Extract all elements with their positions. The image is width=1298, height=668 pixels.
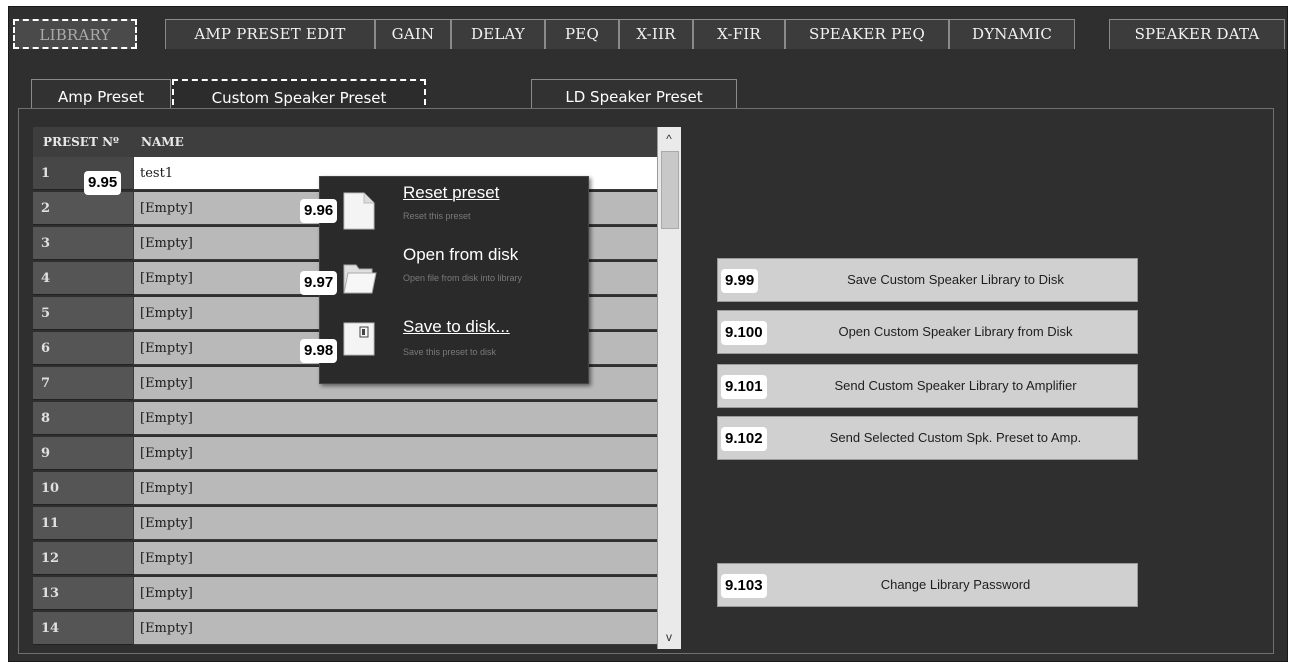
table-row[interactable]: 10 [Empty] bbox=[33, 472, 657, 506]
preset-name-cell[interactable]: [Empty] bbox=[133, 402, 657, 435]
menu-item-label: Open from disk bbox=[403, 245, 519, 264]
tab-dynamic[interactable]: DYNAMIC bbox=[949, 19, 1075, 49]
preset-number-cell: 11 bbox=[33, 507, 133, 540]
column-header-preset-no: PRESET Nº bbox=[43, 135, 120, 149]
callout-reset-preset: 9.96 bbox=[300, 199, 338, 223]
folder-icon bbox=[343, 264, 377, 294]
menu-item-description: Save this preset to disk bbox=[403, 347, 497, 357]
table-row[interactable]: 12 [Empty] bbox=[33, 542, 657, 576]
table-row[interactable]: 9 [Empty] bbox=[33, 437, 657, 471]
callout-open-from-disk: 9.97 bbox=[300, 271, 338, 295]
column-header-name: NAME bbox=[141, 135, 184, 149]
preset-number-cell: 13 bbox=[33, 577, 133, 610]
menu-item-open-from-disk[interactable]: Open from disk Open file from disk into … bbox=[320, 243, 588, 307]
preset-number-cell: 14 bbox=[33, 612, 133, 645]
preset-number-cell: 5 bbox=[33, 297, 133, 330]
context-menu: Reset preset Reset this preset Open from… bbox=[319, 176, 589, 384]
tab-peq[interactable]: PEQ bbox=[545, 19, 619, 49]
button-label: Change Library Password bbox=[880, 577, 1031, 592]
change-library-password-button[interactable]: 9.103 Change Library Password bbox=[717, 563, 1138, 607]
preset-number-cell: 10 bbox=[33, 472, 133, 505]
tab-x-fir[interactable]: X-FIR bbox=[693, 19, 785, 49]
menu-item-save-to-disk[interactable]: Save to disk... Save this preset to disk bbox=[320, 313, 588, 377]
scroll-up-icon[interactable]: ^ bbox=[658, 129, 680, 149]
tab-x-iir[interactable]: X-IIR bbox=[619, 19, 693, 49]
tab-speaker-data[interactable]: SPEAKER DATA bbox=[1109, 19, 1285, 49]
button-label: Open Custom Speaker Library from Disk bbox=[838, 324, 1073, 339]
tab-speaker-peq[interactable]: SPEAKER PEQ bbox=[785, 19, 949, 49]
button-label: Send Custom Speaker Library to Amplifier bbox=[834, 378, 1077, 393]
preset-name-cell[interactable]: [Empty] bbox=[133, 612, 657, 645]
tab-delay[interactable]: DELAY bbox=[451, 19, 545, 49]
preset-number-cell: 7 bbox=[33, 367, 133, 400]
menu-item-description: Open file from disk into library bbox=[403, 273, 523, 283]
menu-item-reset-preset[interactable]: Reset preset Reset this preset bbox=[320, 177, 588, 241]
scroll-thumb[interactable] bbox=[661, 151, 679, 229]
main-tab-bar: LIBRARY AMP PRESET EDIT GAIN DELAY PEQ X… bbox=[9, 7, 1287, 51]
callout-table: 9.95 bbox=[84, 171, 122, 195]
preset-name-cell[interactable]: [Empty] bbox=[133, 437, 657, 470]
table-row[interactable]: 14 [Empty] bbox=[33, 612, 657, 646]
menu-item-description: Reset this preset bbox=[403, 211, 471, 221]
save-icon bbox=[343, 322, 375, 356]
callout-save-library: 9.99 bbox=[721, 269, 759, 293]
open-library-from-disk-button[interactable]: 9.100 Open Custom Speaker Library from D… bbox=[717, 310, 1138, 354]
save-library-to-disk-button[interactable]: 9.99 Save Custom Speaker Library to Disk bbox=[717, 258, 1138, 302]
tab-amp-preset-edit[interactable]: AMP PRESET EDIT bbox=[165, 19, 375, 49]
table-row[interactable]: 11 [Empty] bbox=[33, 507, 657, 541]
preset-number-cell: 6 bbox=[33, 332, 133, 365]
menu-item-label: Reset preset bbox=[403, 183, 500, 202]
preset-name-cell[interactable]: [Empty] bbox=[133, 542, 657, 575]
preset-number-cell: 3 bbox=[33, 227, 133, 260]
preset-number-cell: 8 bbox=[33, 402, 133, 435]
page-icon bbox=[343, 192, 375, 230]
preset-number-cell: 4 bbox=[33, 262, 133, 295]
preset-number-cell: 12 bbox=[33, 542, 133, 575]
tab-library[interactable]: LIBRARY bbox=[13, 19, 137, 49]
send-selected-preset-button[interactable]: 9.102 Send Selected Custom Spk. Preset t… bbox=[717, 416, 1138, 460]
menu-item-label: Save to disk... bbox=[403, 317, 510, 336]
callout-change-password: 9.103 bbox=[721, 574, 767, 598]
scroll-down-icon[interactable]: v bbox=[658, 627, 680, 647]
preset-number-cell: 9 bbox=[33, 437, 133, 470]
preset-name-cell[interactable]: [Empty] bbox=[133, 577, 657, 610]
preset-name-cell[interactable]: [Empty] bbox=[133, 507, 657, 540]
callout-send-selected: 9.102 bbox=[721, 427, 767, 451]
preset-number-cell: 2 bbox=[33, 192, 133, 225]
send-library-to-amplifier-button[interactable]: 9.101 Send Custom Speaker Library to Amp… bbox=[717, 364, 1138, 408]
callout-send-library: 9.101 bbox=[721, 375, 767, 399]
callout-open-library: 9.100 bbox=[721, 321, 767, 345]
preset-name-cell[interactable]: [Empty] bbox=[133, 472, 657, 505]
button-label: Send Selected Custom Spk. Preset to Amp. bbox=[829, 430, 1082, 445]
tab-gain[interactable]: GAIN bbox=[375, 19, 451, 49]
table-row[interactable]: 13 [Empty] bbox=[33, 577, 657, 611]
table-header: PRESET Nº NAME bbox=[33, 127, 657, 158]
button-label: Save Custom Speaker Library to Disk bbox=[847, 272, 1064, 287]
table-row[interactable]: 8 [Empty] bbox=[33, 402, 657, 436]
callout-save-to-disk: 9.98 bbox=[300, 339, 338, 363]
table-scrollbar[interactable]: ^ v bbox=[657, 127, 681, 649]
